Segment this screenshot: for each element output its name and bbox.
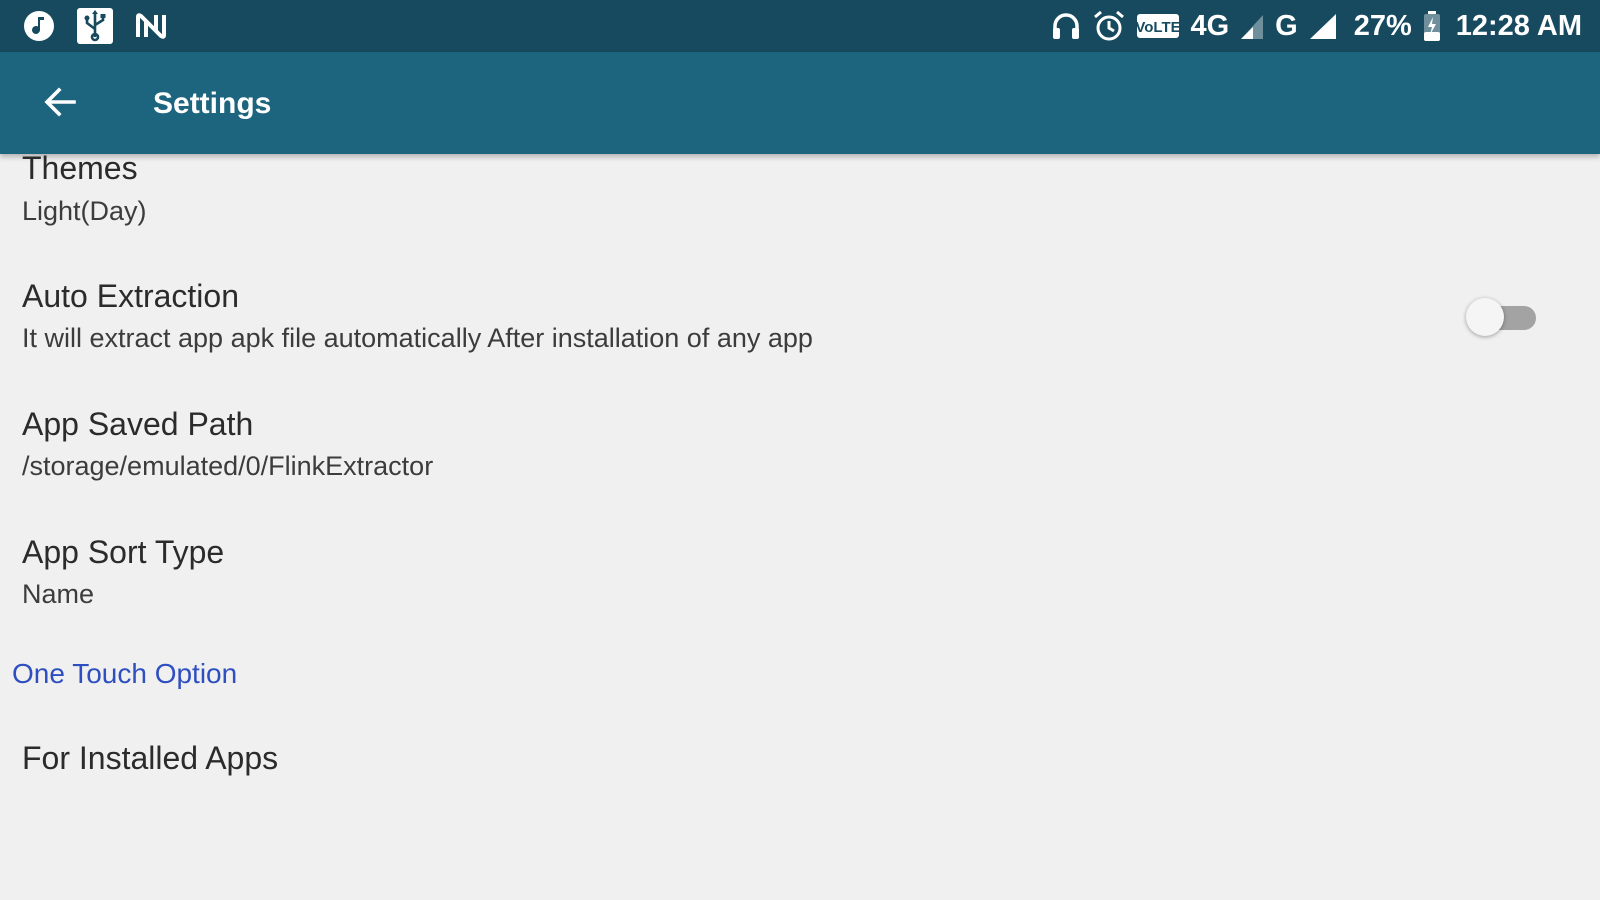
usb-icon	[76, 7, 114, 45]
page-title: Settings	[153, 87, 272, 120]
signal-icon	[1308, 11, 1338, 41]
volte-icon: VoLTE	[1136, 12, 1180, 40]
signal-icon	[1239, 11, 1265, 41]
back-button[interactable]	[36, 80, 84, 128]
pref-app-saved-path[interactable]: App Saved Path /storage/emulated/0/Flink…	[0, 392, 1600, 502]
pref-summary: Light(Day)	[22, 196, 147, 226]
music-icon	[22, 9, 56, 43]
pref-title: Auto Extraction	[22, 278, 239, 314]
pref-title: Themes	[22, 150, 138, 186]
pref-summary: /storage/emulated/0/FlinkExtractor	[22, 451, 434, 481]
volte-label: VoLTE	[1136, 19, 1180, 36]
network-4g-label: 4G	[1190, 9, 1230, 42]
pref-auto-extraction[interactable]: Auto Extraction It will extract app apk …	[0, 264, 1600, 374]
pref-title: For Installed Apps	[22, 740, 279, 776]
pref-for-installed-apps[interactable]: For Installed Apps	[0, 720, 1600, 804]
battery-charging-icon	[1422, 10, 1442, 42]
status-bar: VoLTE 4G G 27% 12:28 AM	[0, 0, 1600, 52]
settings-list: Themes Light(Day) Auto Extraction It wil…	[0, 150, 1600, 900]
category-one-touch-option: One Touch Option	[12, 658, 238, 689]
headphones-icon	[1050, 10, 1082, 42]
clock: 12:28 AM	[1455, 9, 1582, 42]
status-bar-left	[22, 6, 168, 46]
pref-themes[interactable]: Themes Light(Day)	[0, 150, 1600, 250]
auto-extraction-switch[interactable]	[1466, 295, 1538, 337]
alarm-icon	[1092, 9, 1126, 43]
battery-percent: 27%	[1353, 9, 1412, 42]
arrow-back-icon	[40, 82, 80, 127]
status-bar-right: VoLTE 4G G 27% 12:28 AM	[1050, 6, 1582, 46]
pref-title: App Sort Type	[22, 534, 225, 570]
app-bar: Settings	[0, 52, 1600, 154]
nfc-icon	[134, 9, 168, 43]
network-g-label: G	[1275, 9, 1298, 42]
pref-summary: It will extract app apk file automatical…	[22, 323, 813, 353]
pref-summary: Name	[22, 579, 95, 609]
pref-app-sort-type[interactable]: App Sort Type Name	[0, 522, 1600, 632]
pref-title: App Saved Path	[22, 406, 254, 442]
switch-thumb	[1466, 298, 1504, 336]
